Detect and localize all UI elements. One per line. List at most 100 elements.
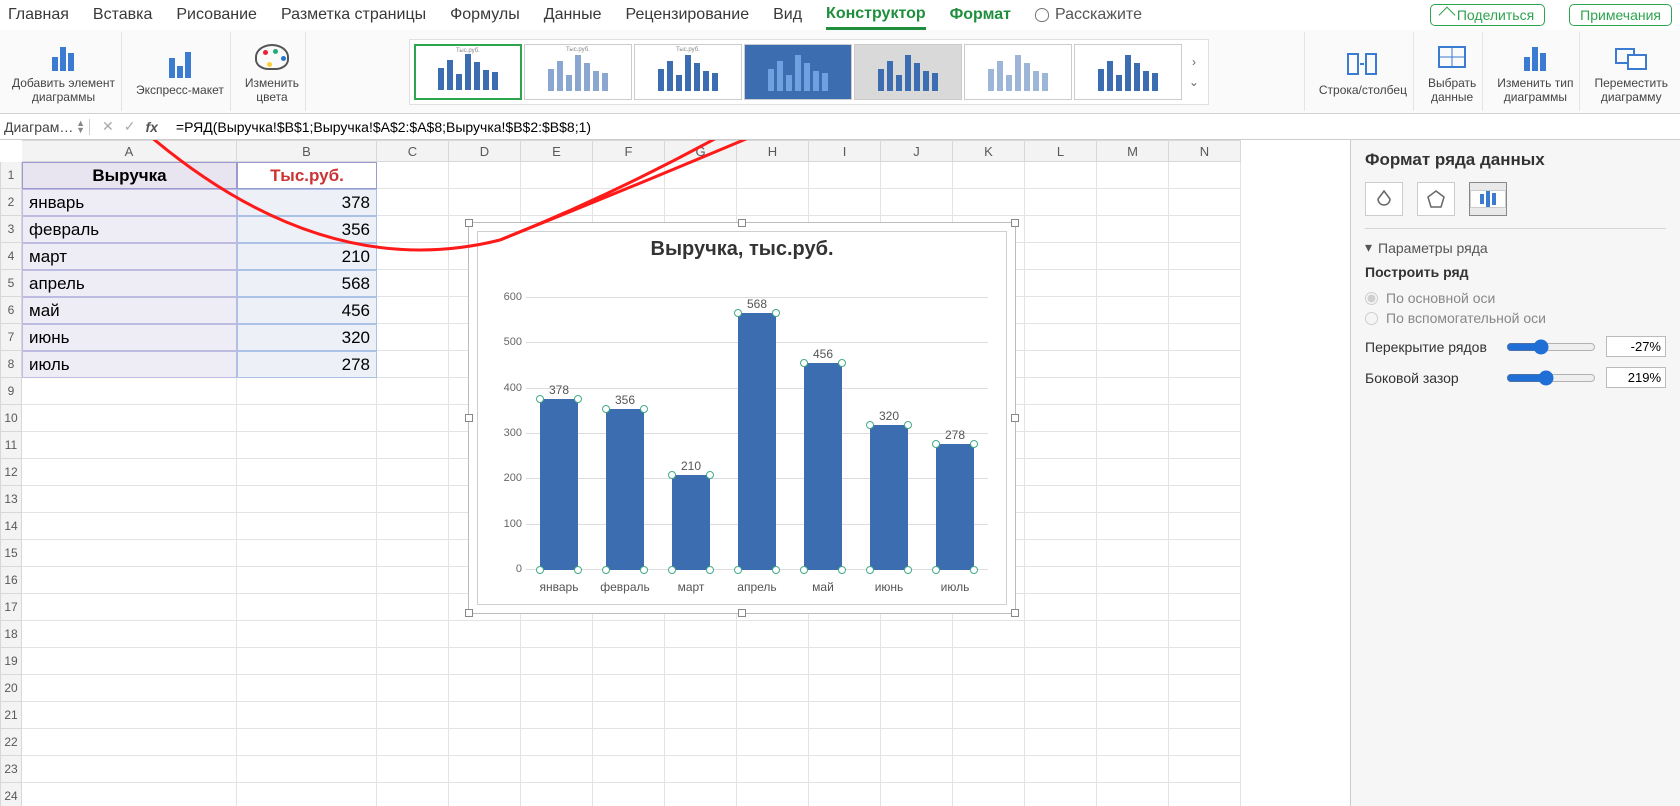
cell[interactable]: [237, 702, 377, 729]
cell[interactable]: [449, 648, 521, 675]
chart-style-1[interactable]: Тыс.руб.: [414, 44, 522, 100]
cell[interactable]: [377, 540, 449, 567]
name-box[interactable]: Диаграм…▲▼: [0, 119, 90, 135]
cell[interactable]: [1025, 702, 1097, 729]
section-toggle[interactable]: ▾Параметры ряда: [1365, 239, 1666, 256]
row-header[interactable]: 10: [0, 405, 22, 432]
tab-view[interactable]: Вид: [773, 2, 802, 28]
cell[interactable]: [1169, 648, 1241, 675]
cell[interactable]: [377, 297, 449, 324]
cell[interactable]: [1025, 324, 1097, 351]
row-header[interactable]: 20: [0, 675, 22, 702]
cell[interactable]: [237, 378, 377, 405]
cell[interactable]: [237, 648, 377, 675]
cell[interactable]: [1025, 378, 1097, 405]
cell[interactable]: [953, 162, 1025, 189]
cell[interactable]: [1169, 567, 1241, 594]
chart-style-6[interactable]: [964, 44, 1072, 100]
chart-plot-area[interactable]: 0100200300400500600378356210568456320278: [526, 278, 988, 570]
cell[interactable]: [665, 729, 737, 756]
cell[interactable]: [1025, 621, 1097, 648]
cell[interactable]: [22, 621, 237, 648]
cell[interactable]: Тыс.руб.: [237, 162, 377, 189]
change-colors-button[interactable]: Изменить цвета: [239, 32, 306, 111]
col-header-I[interactable]: I: [809, 140, 881, 162]
cell[interactable]: [377, 513, 449, 540]
cell[interactable]: [953, 702, 1025, 729]
chart-style-4[interactable]: [744, 44, 852, 100]
cell[interactable]: [953, 783, 1025, 806]
change-chart-type-button[interactable]: Изменить тип диаграммы: [1491, 32, 1580, 111]
tab-formulas[interactable]: Формулы: [450, 2, 520, 28]
cell[interactable]: [22, 594, 237, 621]
cell[interactable]: [1169, 783, 1241, 806]
cell[interactable]: [881, 783, 953, 806]
col-header-L[interactable]: L: [1025, 140, 1097, 162]
cell[interactable]: [1097, 567, 1169, 594]
cell[interactable]: [809, 675, 881, 702]
row-header[interactable]: 2: [0, 189, 22, 216]
row-header[interactable]: 22: [0, 729, 22, 756]
cell[interactable]: [377, 621, 449, 648]
tab-format[interactable]: Формат: [950, 2, 1011, 28]
tab-home[interactable]: Главная: [8, 2, 69, 28]
cell[interactable]: [1025, 432, 1097, 459]
cell[interactable]: [1025, 351, 1097, 378]
cell[interactable]: [1097, 216, 1169, 243]
cell[interactable]: [1097, 270, 1169, 297]
chart-bar[interactable]: [540, 399, 578, 570]
enter-icon[interactable]: ✓: [124, 118, 136, 135]
cell[interactable]: [237, 621, 377, 648]
cell[interactable]: [22, 675, 237, 702]
cell[interactable]: январь: [22, 189, 237, 216]
cell[interactable]: [237, 459, 377, 486]
cell[interactable]: [22, 432, 237, 459]
cell[interactable]: [521, 675, 593, 702]
cell[interactable]: [237, 486, 377, 513]
cell[interactable]: [953, 189, 1025, 216]
tab-data[interactable]: Данные: [544, 2, 602, 28]
cell[interactable]: [593, 621, 665, 648]
cell[interactable]: [1169, 432, 1241, 459]
cell[interactable]: [237, 756, 377, 783]
cell[interactable]: [377, 567, 449, 594]
stepper-icon[interactable]: ▲▼: [76, 120, 85, 134]
row-header[interactable]: 19: [0, 648, 22, 675]
row-header[interactable]: 23: [0, 756, 22, 783]
cell[interactable]: [237, 540, 377, 567]
cell[interactable]: [22, 702, 237, 729]
cell[interactable]: [1025, 594, 1097, 621]
cell[interactable]: [521, 621, 593, 648]
secondary-axis-radio[interactable]: По вспомогательной оси: [1365, 310, 1666, 326]
cell[interactable]: [1169, 486, 1241, 513]
cell[interactable]: [449, 162, 521, 189]
cell[interactable]: [1097, 243, 1169, 270]
cell[interactable]: 320: [237, 324, 377, 351]
cell[interactable]: [449, 621, 521, 648]
row-header[interactable]: 17: [0, 594, 22, 621]
cell[interactable]: [809, 648, 881, 675]
cell[interactable]: [22, 459, 237, 486]
row-header[interactable]: 21: [0, 702, 22, 729]
cell[interactable]: [1097, 675, 1169, 702]
col-header-B[interactable]: B: [237, 140, 377, 162]
cell[interactable]: [1097, 459, 1169, 486]
cell[interactable]: [665, 756, 737, 783]
cell[interactable]: [593, 648, 665, 675]
cell[interactable]: [737, 729, 809, 756]
share-button[interactable]: Поделиться: [1430, 4, 1545, 26]
cell[interactable]: [737, 702, 809, 729]
cell[interactable]: [1169, 594, 1241, 621]
cell[interactable]: [1097, 702, 1169, 729]
cell[interactable]: Выручка: [22, 162, 237, 189]
row-header[interactable]: 13: [0, 486, 22, 513]
cell[interactable]: [1169, 621, 1241, 648]
row-header[interactable]: 1: [0, 162, 22, 189]
cell[interactable]: [22, 378, 237, 405]
cell[interactable]: [377, 189, 449, 216]
embedded-chart[interactable]: Выручка, тыс.руб. 0100200300400500600378…: [468, 222, 1016, 614]
cell[interactable]: [809, 783, 881, 806]
cell[interactable]: [237, 783, 377, 806]
cell[interactable]: [737, 783, 809, 806]
gap-value[interactable]: [1606, 367, 1666, 388]
